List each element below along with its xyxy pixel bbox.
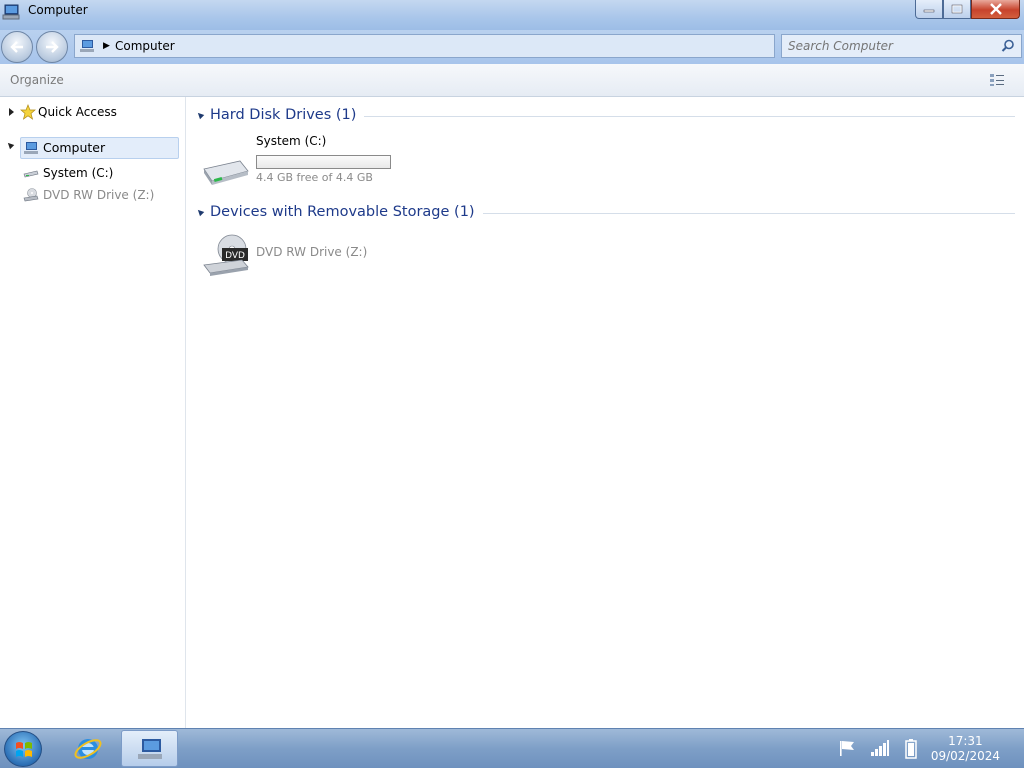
windows-logo-icon — [16, 742, 32, 757]
group-divider — [364, 115, 1015, 117]
maximize-icon — [951, 4, 963, 14]
network-signal-icon[interactable] — [870, 739, 890, 757]
hard-drive-icon — [23, 170, 39, 178]
dvd-drive-label: DVD RW Drive (Z:) — [43, 188, 155, 202]
window-title: Computer — [28, 3, 88, 17]
navigation-bar: ▶ Computer — [0, 30, 1024, 64]
navigation-pane: Quick Access Computer System (C:) DVD RW… — [0, 97, 186, 728]
clock-date: 09/02/2024 — [930, 749, 1000, 763]
breadcrumb-computer[interactable]: Computer — [115, 39, 175, 53]
system-drive-label: System (C:) — [43, 166, 114, 180]
maximize-button[interactable] — [943, 0, 971, 19]
start-button[interactable] — [4, 731, 42, 767]
search-input[interactable] — [788, 38, 993, 54]
tree-item-quick-access[interactable]: Quick Access — [9, 104, 117, 120]
clock-time: 17:31 — [948, 734, 983, 748]
window-controls — [915, 0, 1020, 19]
drive-usage-bar — [256, 155, 391, 169]
computer-icon — [2, 4, 20, 20]
title-bar: Computer — [0, 0, 1024, 30]
collapse-group-icon[interactable] — [195, 207, 205, 217]
computer-icon — [137, 738, 162, 759]
group-title: Hard Disk Drives (1) — [210, 107, 357, 123]
tree-item-system-drive[interactable]: System (C:) — [23, 166, 113, 180]
collapse-group-icon[interactable] — [195, 110, 205, 120]
search-box[interactable] — [781, 34, 1022, 58]
taskbar: 17:31 09/02/2024 — [0, 728, 1024, 768]
forward-button[interactable] — [36, 31, 68, 63]
system-clock[interactable]: 17:31 09/02/2024 — [931, 734, 1000, 764]
close-icon — [989, 3, 1002, 15]
organize-button[interactable]: Organize — [10, 73, 64, 87]
group-header-hard-disk-drives[interactable]: Hard Disk Drives (1) — [195, 107, 1015, 123]
system-drive-name[interactable]: System (C:) — [256, 134, 326, 148]
content-pane: Hard Disk Drives (1) System (C:) 4.4 GB … — [187, 97, 1024, 728]
internet-explorer-icon — [74, 738, 101, 759]
arrow-left-icon — [10, 41, 23, 53]
breadcrumb-chevron-icon[interactable]: ▶ — [103, 41, 110, 51]
battery-icon[interactable] — [905, 739, 917, 759]
dvd-drive-icon — [23, 188, 39, 202]
computer-icon — [24, 141, 38, 154]
taskbar-internet-explorer[interactable] — [59, 730, 116, 767]
computer-label: Computer — [43, 140, 106, 155]
drive-free-space: 4.4 GB free of 4.4 GB — [256, 171, 373, 184]
group-title: Devices with Removable Storage (1) — [210, 204, 475, 220]
star-icon — [20, 104, 36, 120]
taskbar-computer-window[interactable] — [121, 730, 178, 767]
hard-drive-icon — [203, 160, 249, 185]
command-bar: Organize — [0, 64, 1024, 97]
dvd-drive-name[interactable]: DVD RW Drive (Z:) — [256, 245, 367, 259]
arrow-right-icon — [46, 41, 59, 53]
tree-item-dvd-drive[interactable]: DVD RW Drive (Z:) — [23, 188, 154, 202]
dvd-drive-icon: DVD — [203, 234, 249, 276]
close-button[interactable] — [971, 0, 1020, 19]
address-bar[interactable]: ▶ Computer — [74, 34, 775, 58]
back-button[interactable] — [1, 31, 33, 63]
tree-item-computer[interactable]: Computer — [23, 140, 105, 155]
quick-access-label: Quick Access — [38, 105, 117, 119]
action-center-flag-icon[interactable] — [838, 739, 856, 757]
expand-arrow-icon[interactable] — [9, 108, 14, 116]
group-divider — [482, 212, 1015, 214]
minimize-icon — [923, 9, 935, 13]
minimize-button[interactable] — [915, 0, 943, 19]
group-header-removable-storage[interactable]: Devices with Removable Storage (1) — [195, 204, 1015, 220]
change-view-icon[interactable] — [989, 73, 1005, 87]
collapse-arrow-icon[interactable] — [5, 140, 15, 150]
dvd-label: DVD — [225, 251, 245, 261]
computer-icon — [80, 40, 94, 52]
search-icon[interactable] — [1001, 39, 1015, 53]
